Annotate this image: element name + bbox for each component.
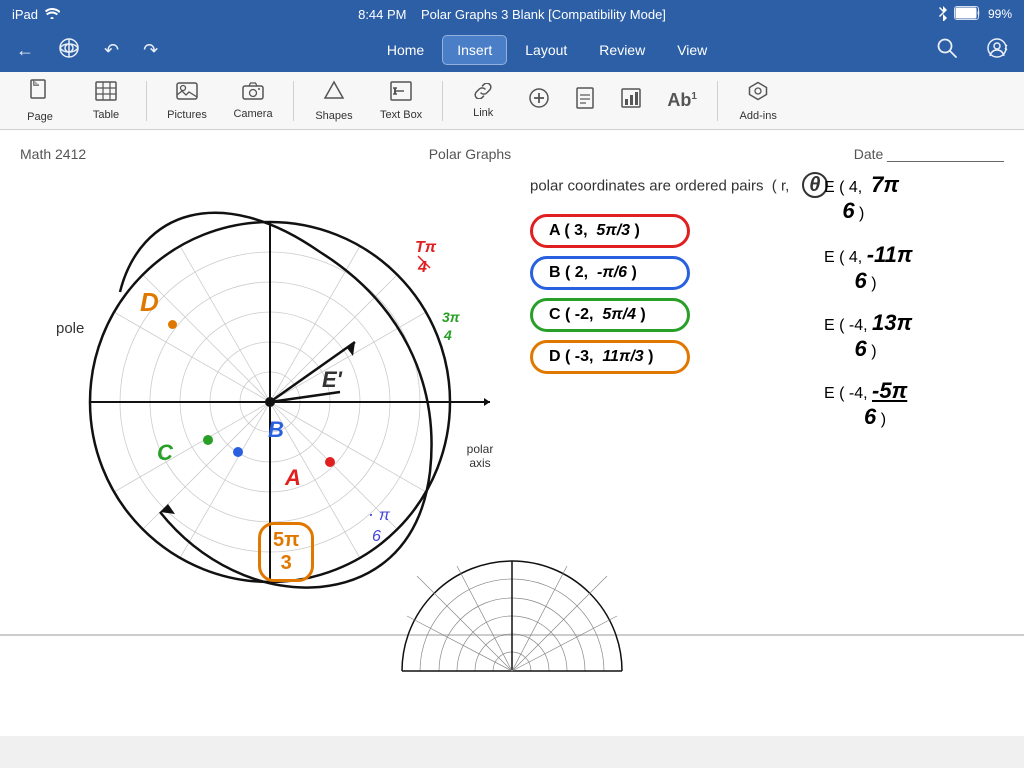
document-area: Math 2412 Polar Graphs Date ____________… — [0, 130, 1024, 736]
doc-content: Math 2412 Polar Graphs Date ____________… — [0, 130, 1024, 736]
ipad-label: iPad — [12, 7, 38, 22]
battery-percent: 99% — [988, 7, 1012, 21]
toolbar-camera[interactable]: Camera — [223, 78, 283, 124]
divider-2 — [293, 81, 294, 121]
tab-home[interactable]: Home — [373, 36, 438, 64]
tab-review[interactable]: Review — [585, 36, 659, 64]
battery-display — [954, 6, 982, 23]
tab-insert[interactable]: Insert — [442, 35, 507, 65]
svg-text:Tπ: Tπ — [415, 239, 437, 256]
toolbar-pictures[interactable]: Pictures — [157, 77, 217, 125]
doc-icon — [576, 87, 594, 115]
shapes-icon — [323, 80, 345, 108]
toolbar-shapes[interactable]: Shapes — [304, 76, 364, 126]
camera-label: Camera — [233, 108, 272, 120]
toolbar-chart[interactable] — [611, 84, 651, 118]
link-icon — [472, 82, 494, 105]
header-center: Polar Graphs — [429, 146, 511, 162]
table-label: Table — [93, 109, 119, 121]
e-label-3: E ( -4, 13π 6 ) — [824, 310, 1004, 362]
label-B: B — [268, 417, 284, 443]
doc-header: Math 2412 Polar Graphs Date ____________… — [20, 146, 1004, 162]
divider-1 — [146, 81, 147, 121]
document-title: Polar Graphs 3 Blank [Compatibility Mode… — [421, 7, 666, 22]
label-E: E' — [322, 367, 342, 393]
redo-button[interactable]: ↷ — [135, 36, 166, 65]
addins-label: Add-ins — [740, 110, 777, 122]
pi6-annotation: · π6 — [368, 504, 390, 546]
e-label-4: E ( -4, -5π 6 ) — [824, 378, 1004, 430]
pictures-label: Pictures — [167, 109, 207, 121]
toolbar: Page Table Pictures — [0, 72, 1024, 130]
chart-icon — [621, 88, 641, 114]
coord-box-B: B ( 2, -π/6 ) — [530, 256, 690, 290]
addins-icon — [747, 80, 769, 108]
tab-layout[interactable]: Layout — [511, 36, 581, 64]
coord-box-A: A ( 3, 5π/3 ) — [530, 214, 690, 248]
tab-view[interactable]: View — [663, 36, 721, 64]
label-D: D — [140, 287, 159, 318]
e-label-1: E ( 4, 7π 6 ) — [824, 172, 1004, 224]
page-label: Page — [27, 111, 53, 123]
nav-bar: ← ↶ ↷ Home Insert Layout Review View — [0, 28, 1024, 72]
account-button[interactable] — [978, 33, 1016, 68]
svg-text:4: 4 — [417, 259, 427, 276]
toolbar-link[interactable]: Link — [453, 78, 513, 123]
undo-button[interactable]: ↶ — [96, 36, 127, 65]
link-label: Link — [473, 107, 493, 119]
back-button[interactable]: ← — [8, 36, 42, 65]
shapes-label: Shapes — [315, 110, 352, 122]
coord-box-C: C ( -2, 5π/4 ) — [530, 298, 690, 332]
e-label-2: E ( 4, -11π 6 ) — [824, 242, 1004, 294]
bottom-polar-graph — [402, 621, 622, 736]
time-display: 8:44 PM — [358, 7, 406, 22]
pictures-icon — [176, 81, 198, 107]
page-icon — [30, 79, 50, 109]
header-left: Math 2412 — [20, 146, 86, 162]
svg-text:4: 4 — [443, 327, 452, 343]
status-bar: iPad 8:44 PM Polar Graphs 3 Blank [Compa… — [0, 0, 1024, 28]
textbox-icon — [390, 81, 412, 107]
label-A: A — [285, 465, 301, 491]
toolbar-page[interactable]: Page — [10, 75, 70, 127]
toolbar-table[interactable]: Table — [76, 77, 136, 125]
toolbar-textbox[interactable]: Text Box — [370, 77, 432, 125]
toolbar-ab[interactable]: Ab1 — [657, 86, 707, 115]
header-right: Date _______________ — [854, 146, 1004, 162]
ab-icon: Ab1 — [667, 90, 697, 111]
divider-4 — [717, 81, 718, 121]
plus-icon — [529, 88, 549, 114]
textbox-label: Text Box — [380, 109, 422, 121]
dot-D — [168, 320, 177, 329]
toolbar-doc[interactable] — [565, 83, 605, 119]
bottom-pi-box: 5π3 — [258, 522, 314, 582]
bluetooth-icon — [938, 5, 948, 24]
svg-text:3π: 3π — [442, 309, 461, 325]
camera-icon — [242, 82, 264, 106]
toolbar-addins[interactable]: Add-ins — [728, 76, 788, 126]
home-button[interactable] — [50, 33, 88, 68]
coord-box-D: D ( -3, 11π/3 ) — [530, 340, 690, 374]
divider-3 — [442, 81, 443, 121]
wifi-icon — [44, 7, 60, 22]
search-button[interactable] — [928, 33, 966, 68]
label-C: C — [157, 440, 173, 466]
toolbar-plus[interactable] — [519, 84, 559, 118]
table-icon — [95, 81, 117, 107]
